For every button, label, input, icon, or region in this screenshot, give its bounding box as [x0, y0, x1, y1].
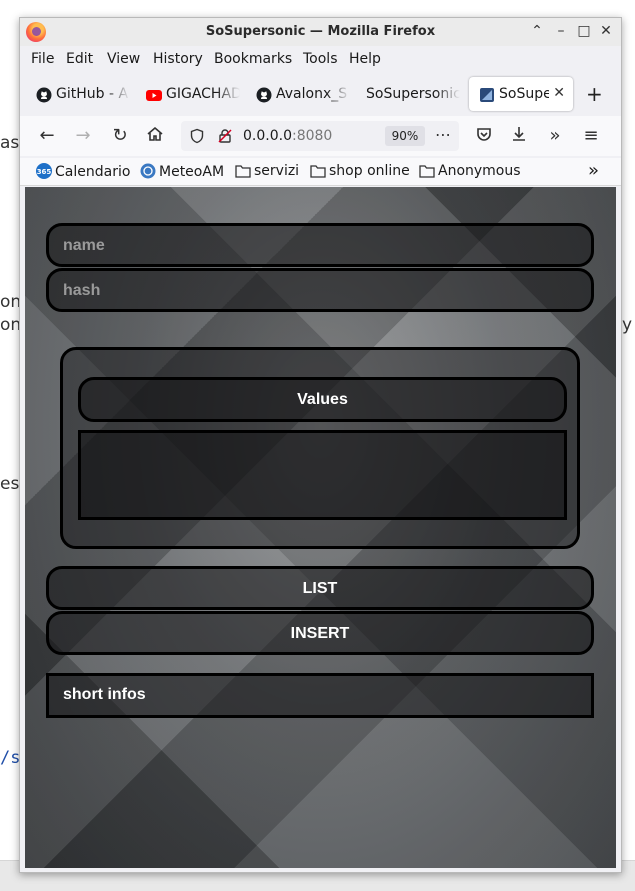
- svg-text:365: 365: [37, 168, 52, 176]
- new-tab-button[interactable]: +: [586, 82, 603, 106]
- shield-icon[interactable]: [189, 128, 205, 144]
- background-text-fragment: /s: [0, 748, 21, 768]
- tab-label: GIGACHAD: [166, 86, 240, 102]
- youtube-icon: [146, 90, 162, 101]
- list-button[interactable]: LIST: [46, 566, 594, 610]
- minimize-button[interactable]: –: [553, 23, 569, 39]
- weather-icon: [140, 163, 156, 179]
- downloads-icon[interactable]: [508, 125, 530, 147]
- background-text-fragment: es: [0, 474, 20, 494]
- back-arrow-icon[interactable]: ←: [36, 125, 58, 147]
- short-infos-box: short infos: [46, 673, 594, 718]
- menu-view[interactable]: View: [107, 51, 140, 67]
- bookmark-folder-servizi[interactable]: servizi: [235, 163, 299, 179]
- insecure-lock-icon[interactable]: [217, 128, 233, 144]
- insert-button-label: INSERT: [290, 625, 350, 642]
- pocket-icon[interactable]: [473, 125, 495, 147]
- folder-icon: [419, 165, 435, 178]
- bookmarks-bar: 365 Calendario MeteoAM servizi shop onlin…: [20, 158, 621, 186]
- bookmark-label: Anonymous: [438, 163, 521, 179]
- hash-placeholder: hash: [63, 282, 101, 299]
- name-placeholder: name: [63, 237, 105, 254]
- tab-label: SoSuper: [499, 86, 549, 102]
- bookmarks-overflow-chevron-icon[interactable]: »: [588, 160, 599, 181]
- tab-github-avalonx[interactable]: Avalonx_S: [246, 77, 350, 111]
- overflow-chevron-icon[interactable]: »: [544, 125, 566, 147]
- menu-help[interactable]: Help: [349, 51, 381, 67]
- insert-button[interactable]: INSERT: [46, 611, 594, 655]
- close-tab-icon[interactable]: ✕: [553, 85, 565, 101]
- name-input[interactable]: name: [46, 223, 594, 267]
- bookmark-label: shop online: [329, 163, 410, 179]
- menu-file[interactable]: File: [31, 51, 54, 67]
- url-text[interactable]: 0.0.0.0:8080: [243, 128, 332, 144]
- github-icon: [36, 87, 52, 103]
- tab-bar: GitHub - A GIGACHAD Avalonx_S SoSuperson…: [20, 74, 621, 114]
- bookmark-folder-anonymous[interactable]: Anonymous: [419, 163, 521, 179]
- page-actions-icon[interactable]: ⋯: [435, 125, 451, 144]
- navigation-bar: ← → ↻ 0.0.0.0:8080 90% ⋯ » ≡: [20, 116, 621, 156]
- url-bar[interactable]: 0.0.0.0:8080 90% ⋯: [181, 121, 459, 151]
- hamburger-menu-icon[interactable]: ≡: [580, 125, 602, 147]
- menu-history[interactable]: History: [153, 51, 203, 67]
- short-infos-label: short infos: [63, 686, 146, 703]
- bookmark-label: servizi: [254, 163, 300, 179]
- tab-label: SoSupersonic: [366, 86, 460, 102]
- bookmark-label: MeteoAM: [159, 164, 225, 180]
- maximize-button[interactable]: □: [576, 23, 592, 39]
- tab-label: GitHub - A: [56, 86, 129, 102]
- tab-sosupersonic[interactable]: SoSupersonic: [356, 77, 460, 111]
- menu-bookmarks[interactable]: Bookmarks: [214, 51, 292, 67]
- zoom-level-badge[interactable]: 90%: [385, 126, 425, 146]
- background-text-fragment: on: [0, 292, 22, 312]
- background-text-fragment: y: [622, 315, 633, 335]
- folder-icon: [235, 165, 251, 178]
- hash-input[interactable]: hash: [46, 268, 594, 312]
- bookmark-meteoam[interactable]: MeteoAM: [140, 163, 224, 180]
- browser-window: SoSupersonic — Mozilla Firefox ⌃ – □ ✕ F…: [19, 17, 622, 873]
- tab-sosupersonic-active[interactable]: SoSuper ✕: [469, 77, 573, 111]
- site-icon: [480, 88, 494, 102]
- menu-edit[interactable]: Edit: [66, 51, 93, 67]
- title-bar: SoSupersonic — Mozilla Firefox ⌃ – □ ✕: [20, 18, 621, 46]
- url-host: 0.0.0.0: [243, 128, 292, 144]
- list-button-label: LIST: [302, 580, 338, 597]
- url-port: :8080: [291, 128, 333, 144]
- github-icon: [256, 87, 272, 103]
- background-text-fragment: as: [0, 133, 20, 153]
- tab-youtube[interactable]: GIGACHAD: [136, 77, 240, 111]
- forward-arrow-icon[interactable]: →: [72, 125, 94, 147]
- home-icon[interactable]: [144, 125, 166, 147]
- values-label: Values: [297, 391, 348, 408]
- background-text-fragment: on: [0, 315, 22, 335]
- close-window-button[interactable]: ✕: [598, 23, 614, 39]
- bookmark-label: Calendario: [55, 164, 131, 180]
- values-output-box[interactable]: [78, 430, 567, 520]
- bookmark-folder-shop-online[interactable]: shop online: [310, 163, 410, 179]
- calendar-365-icon: 365: [36, 163, 52, 179]
- bookmark-calendario[interactable]: 365 Calendario: [36, 163, 130, 180]
- folder-icon: [310, 165, 326, 178]
- values-header: Values: [78, 377, 567, 422]
- reload-icon[interactable]: ↻: [109, 125, 131, 147]
- menu-tools[interactable]: Tools: [303, 51, 338, 67]
- tab-label: Avalonx_S: [276, 86, 348, 102]
- values-panel: Values: [60, 347, 580, 549]
- menu-bar: File Edit View History Bookmarks Tools H…: [20, 46, 621, 72]
- window-shade-icon[interactable]: ⌃: [529, 23, 545, 39]
- page-content: name hash Values LIST INSERT short infos: [25, 187, 616, 868]
- tab-github[interactable]: GitHub - A: [26, 77, 130, 111]
